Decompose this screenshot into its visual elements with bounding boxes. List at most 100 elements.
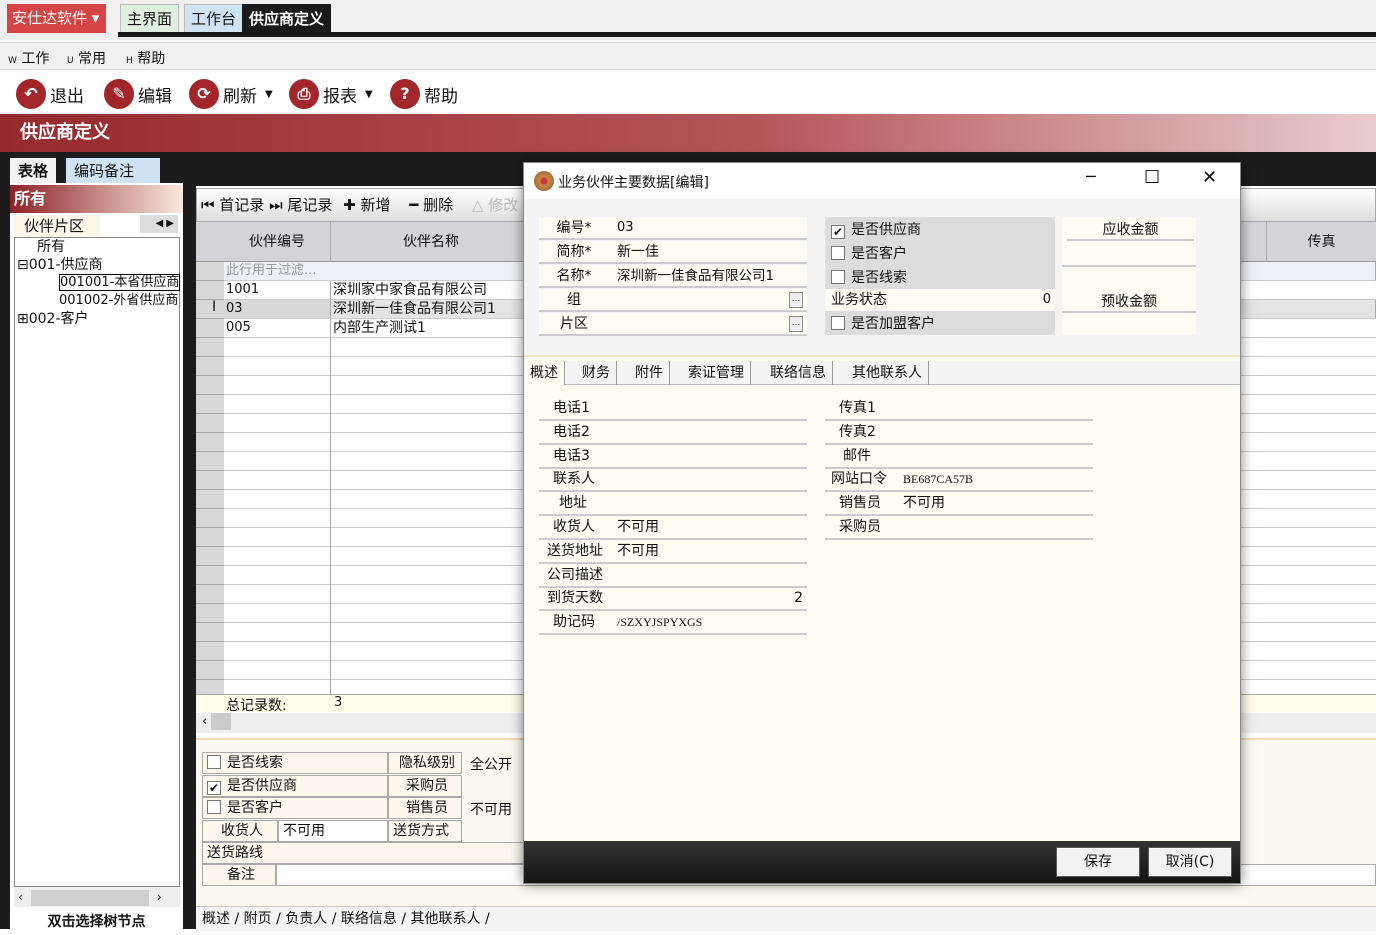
brand-menu-button[interactable]: 安仕达软件 ▾	[7, 4, 106, 33]
field-name[interactable]: 名称* 深圳新一佳食品有限公司1	[539, 265, 807, 288]
tab-table[interactable]: 表格	[10, 158, 57, 185]
overview-right-field-4[interactable]: 销售员 不可用	[825, 492, 1093, 517]
modify-button[interactable]: △ 修改	[472, 196, 518, 214]
dtab-overview[interactable]: 概述	[524, 361, 565, 385]
tab-scroll-arrows[interactable]: ◀ ▶	[140, 215, 178, 233]
field-label: 到货天数	[547, 590, 603, 607]
field-label: 传真2	[839, 423, 876, 440]
minimize-button[interactable]: ─	[1086, 167, 1096, 186]
field-value: 不可用	[617, 519, 659, 535]
menu-help[interactable]: H 帮助	[126, 48, 165, 68]
group-picker-button[interactable]: ...	[789, 292, 803, 308]
field-status[interactable]: 业务状态 0	[825, 289, 1055, 311]
field-group[interactable]: 组...	[539, 289, 807, 312]
row-2-code[interactable]: 03	[224, 300, 331, 319]
field-label: 邮件	[843, 447, 871, 464]
check-supplier[interactable]: ✔ 是否供应商	[202, 775, 388, 797]
amounts-group: 应收金额 预收金额	[1062, 217, 1196, 335]
btab-overview[interactable]: 概述	[202, 911, 230, 927]
field-label: 传真1	[839, 400, 876, 416]
overview-field-8[interactable]: 到货天数 2	[539, 587, 807, 612]
overview-right-field-2[interactable]: 邮件	[825, 445, 1093, 469]
tree-node-all[interactable]: 所有	[15, 238, 179, 256]
dtab-other-contacts[interactable]: 其他联系人	[846, 361, 929, 385]
field-value: 不可用	[617, 542, 659, 559]
receiver-field[interactable]: 不可用	[278, 820, 388, 842]
ship-method-label: 送货方式	[388, 820, 462, 842]
row-1-code[interactable]: 1001	[224, 281, 331, 300]
tab-partner-area[interactable]: 伙伴片区	[14, 215, 100, 237]
overview-right-field-3[interactable]: 网站口令 BE687CA57B	[825, 468, 1093, 493]
edit-icon: ✎	[104, 79, 134, 109]
row-3-name[interactable]: 内部生产测试1	[331, 319, 531, 338]
field-value: 2	[794, 590, 803, 607]
privacy-value[interactable]: 全公开	[470, 754, 512, 774]
row-3-code[interactable]: 005	[224, 319, 331, 338]
dtab-finance[interactable]: 财务	[576, 361, 617, 385]
overview-field-5[interactable]: 收货人 不可用	[539, 516, 807, 540]
menu-work[interactable]: W 工作	[8, 48, 49, 68]
close-button[interactable]: ✕	[1202, 167, 1217, 188]
btab-contact[interactable]: 联络信息	[341, 911, 397, 927]
overview-right-field-5[interactable]: 采购员	[825, 516, 1093, 540]
overview-field-0[interactable]: 电话1	[539, 397, 807, 421]
save-button[interactable]: 保存	[1056, 847, 1140, 877]
btab-others[interactable]: 其他联系人	[411, 911, 481, 927]
row-1-name[interactable]: 深圳家中家食品有限公司	[331, 281, 531, 300]
dtab-contact[interactable]: 联络信息	[764, 361, 833, 385]
flags-group: ✔ 是否供应商 是否客户 是否线索 业务状态 0 是否加盟客户	[825, 217, 1055, 335]
field-code[interactable]: 编号* 03	[539, 217, 807, 240]
field-area[interactable]: 片区...	[539, 313, 807, 336]
overview-right-field-1[interactable]: 传真2	[825, 421, 1093, 445]
area-picker-button[interactable]: ...	[789, 316, 803, 332]
tab-workbench[interactable]: 工作台	[184, 4, 244, 33]
report-button[interactable]: ⎙ 报表 ▼	[289, 76, 373, 112]
check-customer[interactable]: 是否客户	[202, 797, 388, 819]
tree-node-001002[interactable]: 001002-外省供应商	[15, 292, 179, 310]
check-is-lead[interactable]: 是否线索	[831, 267, 907, 287]
tab-main[interactable]: 主界面	[120, 4, 180, 33]
check-is-customer[interactable]: 是否客户	[831, 243, 907, 263]
overview-field-7[interactable]: 公司描述	[539, 564, 807, 588]
cancel-button[interactable]: 取消(C)	[1148, 847, 1232, 877]
check-is-supplier[interactable]: ✔ 是否供应商	[831, 219, 921, 239]
first-record-button[interactable]: ⏮ 首记录	[201, 196, 264, 214]
tab-code-note[interactable]: 编码备注	[66, 158, 160, 185]
overview-field-6[interactable]: 送货地址 不可用	[539, 540, 807, 564]
overview-field-2[interactable]: 电话3	[539, 445, 807, 469]
tree-node-001[interactable]: ⊟001-供应商	[15, 256, 179, 274]
overview-field-3[interactable]: 联系人	[539, 468, 807, 493]
tree-node-001001[interactable]: 001001-本省供应商	[59, 274, 181, 291]
tree-hscrollbar[interactable]: ‹ ›	[14, 887, 180, 907]
add-button[interactable]: ✚ 新增	[343, 196, 390, 214]
check-franchise[interactable]: 是否加盟客户	[831, 313, 935, 333]
dtab-attachment[interactable]: 附件	[629, 361, 670, 385]
total-count: 3	[334, 695, 343, 710]
overview-field-9[interactable]: 助记码/SZXYJSPYXGS	[539, 611, 807, 636]
btab-owner[interactable]: 负责人	[285, 911, 327, 927]
seller-value[interactable]: 不可用	[470, 799, 512, 819]
bottom-tabs: 概述 / 附页 / 负责人 / 联络信息 / 其他联系人 /	[196, 906, 1376, 931]
overview-field-4[interactable]: 地址	[539, 492, 807, 517]
refresh-button[interactable]: ⟳ 刷新 ▼	[189, 76, 273, 112]
edit-button[interactable]: ✎ 编辑	[104, 76, 172, 112]
delete-button[interactable]: ━ 删除	[409, 196, 453, 214]
btab-attach[interactable]: 附页	[244, 911, 272, 927]
check-lead[interactable]: 是否线索	[202, 752, 388, 774]
menu-common[interactable]: U 常用	[67, 48, 106, 68]
privacy-label: 隐私级别	[388, 752, 462, 774]
dtab-license[interactable]: 索证管理	[682, 361, 751, 385]
col-header-name[interactable]: 伙伴名称	[331, 222, 531, 262]
exit-button[interactable]: ↶ 退出	[16, 76, 84, 112]
col-header-code[interactable]: 伙伴编号	[224, 222, 331, 262]
last-record-button[interactable]: ⏭ 尾记录	[269, 196, 332, 214]
overview-field-1[interactable]: 电话2	[539, 421, 807, 445]
help-button[interactable]: ? 帮助	[390, 76, 458, 112]
tab-supplier-def[interactable]: 供应商定义	[242, 4, 332, 33]
maximize-button[interactable]: ☐	[1144, 167, 1160, 188]
field-short-name[interactable]: 简称* 新一佳	[539, 241, 807, 264]
col-header-fax[interactable]: 传真	[1266, 222, 1376, 262]
dialog-titlebar: 业务伙伴主要数据[编辑] ─ ☐ ✕	[524, 163, 1240, 199]
overview-right-field-0[interactable]: 传真1	[825, 397, 1093, 421]
tree-node-002[interactable]: ⊞002-客户	[15, 310, 179, 328]
